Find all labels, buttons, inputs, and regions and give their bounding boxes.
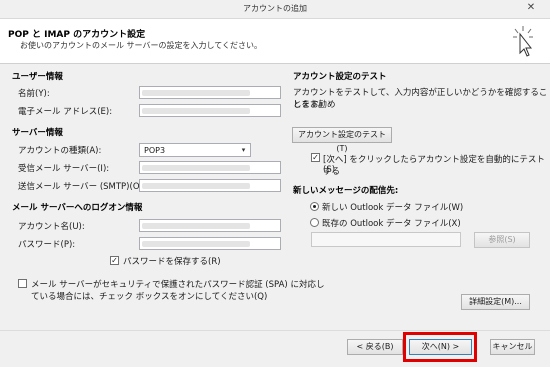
name-label: 名前(Y): [18, 89, 50, 99]
existing-data-file-radio[interactable] [310, 218, 319, 227]
auto-test-label-line2: (S) [323, 165, 336, 175]
outgoing-server-label: 送信メール サーバー (SMTP)(O): [18, 182, 146, 192]
new-data-file-radio[interactable] [310, 202, 319, 211]
user-info-heading: ユーザー情報 [12, 72, 63, 82]
click-cursor-icon [513, 26, 533, 57]
title-bar: アカウントの追加 ✕ [0, 0, 550, 19]
spa-label-line1: メール サーバーがセキュリティで保護されたパスワード認証 (SPA) に対応し [31, 280, 325, 290]
back-button[interactable]: < 戻る(B) [347, 339, 403, 355]
save-password-label: パスワードを保存する(R) [123, 257, 221, 267]
name-input[interactable] [139, 86, 281, 99]
cancel-button[interactable]: キャンセル [490, 339, 535, 355]
chevron-down-icon: ▾ [241, 146, 246, 154]
incoming-server-label: 受信メール サーバー(I): [18, 164, 110, 174]
add-account-dialog: アカウントの追加 ✕ POP と IMAP のアカウント設定 お使いのアカウント… [0, 0, 550, 367]
close-button[interactable]: ✕ [518, 0, 544, 16]
page-subtitle: お使いのアカウントのメール サーバーの設定を入力してください。 [20, 41, 262, 50]
account-type-value: POP3 [144, 146, 166, 155]
next-button-highlight [403, 332, 477, 362]
password-input[interactable] [139, 237, 281, 250]
auto-test-label-line1: [次へ] をクリックしたらアカウント設定を自動的にテストする [323, 155, 545, 177]
test-description-line2: します。 [293, 100, 327, 110]
new-data-file-label: 新しい Outlook データ ファイル(W) [322, 203, 464, 213]
email-label: 電子メール アドレス(E): [18, 107, 113, 117]
email-input[interactable] [139, 104, 281, 117]
outgoing-server-input[interactable] [139, 179, 281, 192]
server-info-heading: サーバー情報 [12, 128, 63, 138]
spa-checkbox[interactable] [18, 279, 27, 288]
existing-data-file-input[interactable] [311, 232, 461, 247]
test-description-line1: アカウントをテストして、入力内容が正しいかどうかを確認することをお勧め [293, 88, 548, 110]
window-title: アカウントの追加 [243, 4, 307, 13]
account-name-input[interactable] [139, 219, 281, 232]
test-account-button[interactable]: アカウント設定のテスト(T) [292, 127, 392, 153]
delivery-heading: 新しいメッセージの配信先: [293, 186, 399, 196]
incoming-server-input[interactable] [139, 161, 281, 174]
password-label: パスワード(P): [18, 240, 76, 250]
more-settings-button[interactable]: 詳細設定(M)... [461, 294, 530, 310]
browse-button[interactable]: 参照(S) [474, 232, 530, 248]
account-type-select[interactable]: POP3 ▾ [139, 143, 251, 157]
test-heading: アカウント設定のテスト [293, 72, 387, 82]
header-panel: POP と IMAP のアカウント設定 お使いのアカウントのメール サーバーの設… [0, 19, 550, 64]
logon-info-heading: メール サーバーへのログオン情報 [12, 203, 143, 213]
existing-data-file-label: 既存の Outlook データ ファイル(X) [322, 219, 461, 229]
account-type-label: アカウントの種類(A): [18, 146, 102, 156]
page-title: POP と IMAP のアカウント設定 [8, 30, 146, 40]
account-name-label: アカウント名(U): [18, 222, 85, 232]
spa-label-line2: ている場合には、チェック ボックスをオンにしてください(Q) [31, 292, 268, 302]
auto-test-checkbox[interactable]: ✓ [311, 153, 320, 162]
save-password-checkbox[interactable]: ✓ [110, 256, 119, 265]
